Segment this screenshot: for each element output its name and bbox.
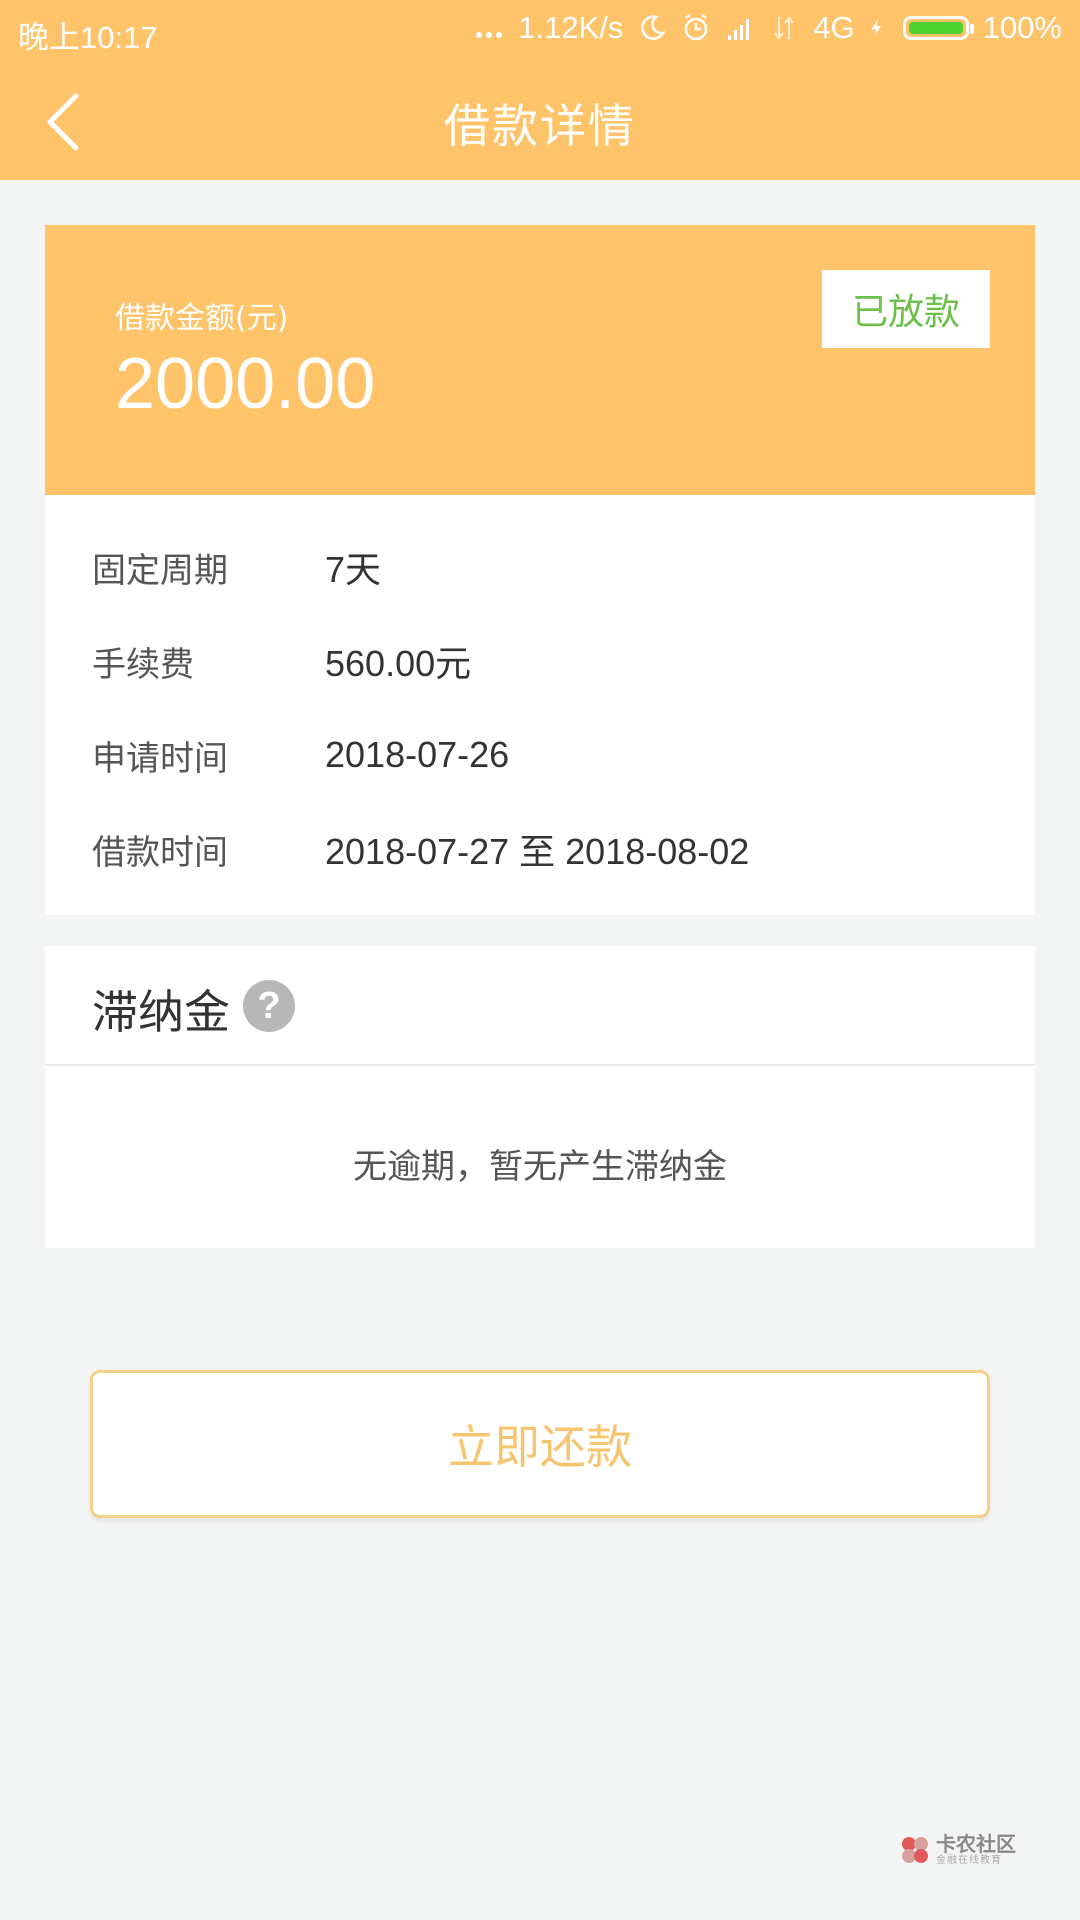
moon-icon [641,15,666,40]
watermark-tagline: 金融在线教育 [936,1855,1002,1866]
late-fee-empty-text: 无逾期，暂无产生滞纳金 [353,1147,727,1187]
loan-amount-label: 借款金额(元) [115,301,289,336]
detail-label: 手续费 [92,644,194,685]
loan-amount-value: 2000.00 [115,344,376,424]
alarm-icon [685,14,708,41]
watermark-name: 卡农社区 [936,1832,1016,1856]
loan-details: 固定周期 7天 手续费 560.00元 申请时间 2018-07-26 借款时间… [45,495,1035,915]
detail-label: 借款时间 [92,832,228,873]
battery-icon [902,16,974,40]
status-bar: 晚上10:17 1.12K/s 4G 100% [0,0,1080,60]
more-dots-icon [474,10,504,46]
detail-row-period: 固定周期 7天 [92,537,381,597]
help-icon[interactable]: ? [243,980,295,1032]
detail-row-apply-date: 申请时间 2018-07-26 [92,725,509,785]
signal-icon [728,19,750,40]
network-speed: 1.12K/s [518,10,624,45]
detail-label: 固定周期 [92,550,228,591]
status-time: 晚上10:17 [18,20,158,55]
status-icons: 1.12K/s 4G 100% [474,10,1062,46]
battery-percent: 100% [982,10,1062,45]
detail-row-fee: 手续费 560.00元 [92,631,471,691]
page-title: 借款详情 [444,99,636,153]
late-fee-header: 滞纳金 ? [45,946,1035,1066]
detail-value: 2018-07-27 至 2018-08-02 [325,831,750,872]
detail-value: 2018-07-26 [325,734,510,775]
detail-label: 申请时间 [92,738,228,779]
detail-value: 7天 [325,549,382,590]
header-bar: 借款详情 [0,60,1080,180]
late-fee-title: 滞纳金 [92,985,230,1039]
repay-now-button[interactable]: 立即还款 [90,1370,990,1518]
detail-value: 560.00元 [325,643,472,684]
late-fee-section: 滞纳金 ? 无逾期，暂无产生滞纳金 [45,946,1035,1248]
watermark-logo-icon [902,1837,928,1863]
loan-amount-card: 借款金额(元) 2000.00 已放款 [45,225,1035,495]
watermark: 卡农社区 金融在线教育 [900,1830,1040,1870]
data-arrows-icon [774,16,795,40]
status-badge: 已放款 [822,270,990,348]
charging-icon [871,19,881,37]
detail-row-loan-period: 借款时间 2018-07-27 至 2018-08-02 [92,819,749,879]
network-type: 4G [813,10,855,45]
